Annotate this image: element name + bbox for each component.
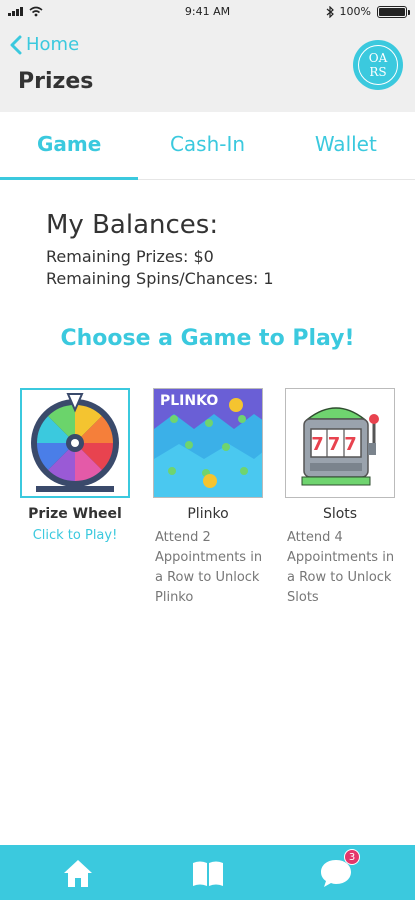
choose-game-heading: Choose a Game to Play! <box>60 326 355 351</box>
remaining-spins: Remaining Spins/Chances: 1 <box>46 269 274 288</box>
balances-section: My Balances: Remaining Prizes: $0 Remain… <box>46 210 274 290</box>
balances-title: My Balances: <box>46 210 219 240</box>
logo-mark: OA RS <box>358 45 398 85</box>
nav-chat-button[interactable]: 3 <box>318 849 360 891</box>
play-prize-wheel-link[interactable]: Click to Play! <box>20 528 130 543</box>
battery-percent: 100% <box>339 5 371 18</box>
plinko-thumbnail[interactable]: PLINKO <box>153 388 263 498</box>
chevron-left-icon <box>10 35 22 54</box>
plinko-logo-text: PLINKO <box>160 393 218 409</box>
unlock-note-plinko: Attend 2 Appointments in a Row to Unlock… <box>155 530 263 605</box>
game-slots[interactable]: 777 Slots Attend 4 Appointments in a Row… <box>285 388 395 608</box>
nav-book-button[interactable] <box>190 855 226 891</box>
back-label: Home <box>26 34 80 55</box>
home-icon <box>64 860 92 887</box>
page-title: Prizes <box>18 69 94 94</box>
nav-home-button[interactable] <box>60 855 96 891</box>
plinko-icon: PLINKO <box>154 389 262 497</box>
tab-game[interactable]: Game <box>0 112 139 180</box>
remaining-prizes: Remaining Prizes: $0 <box>46 247 214 266</box>
logo-text-top: OA <box>368 51 388 65</box>
game-name-prize-wheel: Prize Wheel <box>28 506 122 522</box>
battery-icon <box>377 5 410 18</box>
battery-fill <box>379 7 405 16</box>
prize-wheel-icon <box>22 390 128 496</box>
book-icon <box>193 861 223 886</box>
tab-wallet[interactable]: Wallet <box>277 112 415 179</box>
oars-logo: OA RS <box>353 40 403 90</box>
bottom-nav: 3 <box>0 845 415 900</box>
game-prize-wheel[interactable]: Prize Wheel Click to Play! <box>20 388 130 543</box>
tab-cash-in[interactable]: Cash-In <box>138 112 276 179</box>
status-bar: 9:41 AM 100% <box>0 0 415 24</box>
header: Home Prizes OA RS <box>0 24 415 112</box>
game-name-slots: Slots <box>322 506 358 522</box>
bluetooth-icon <box>326 5 334 18</box>
game-name-plinko: Plinko <box>187 506 229 522</box>
slot-machine-icon: 777 <box>286 389 394 497</box>
back-home-link[interactable]: Home <box>10 34 79 55</box>
game-plinko[interactable]: PLINKO Plinko Attend 2 Appointments in a… <box>153 388 263 608</box>
slots-reels-text: 777 <box>311 434 361 455</box>
status-right: 100% <box>326 5 410 18</box>
logo-text-bottom: RS <box>369 65 387 79</box>
unlock-note-slots: Attend 4 Appointments in a Row to Unlock… <box>287 530 395 605</box>
prize-wheel-thumbnail[interactable] <box>20 388 130 498</box>
tab-bar: Game Cash-In Wallet <box>0 112 415 180</box>
chat-notification-badge: 3 <box>344 849 360 865</box>
slots-thumbnail[interactable]: 777 <box>285 388 395 498</box>
